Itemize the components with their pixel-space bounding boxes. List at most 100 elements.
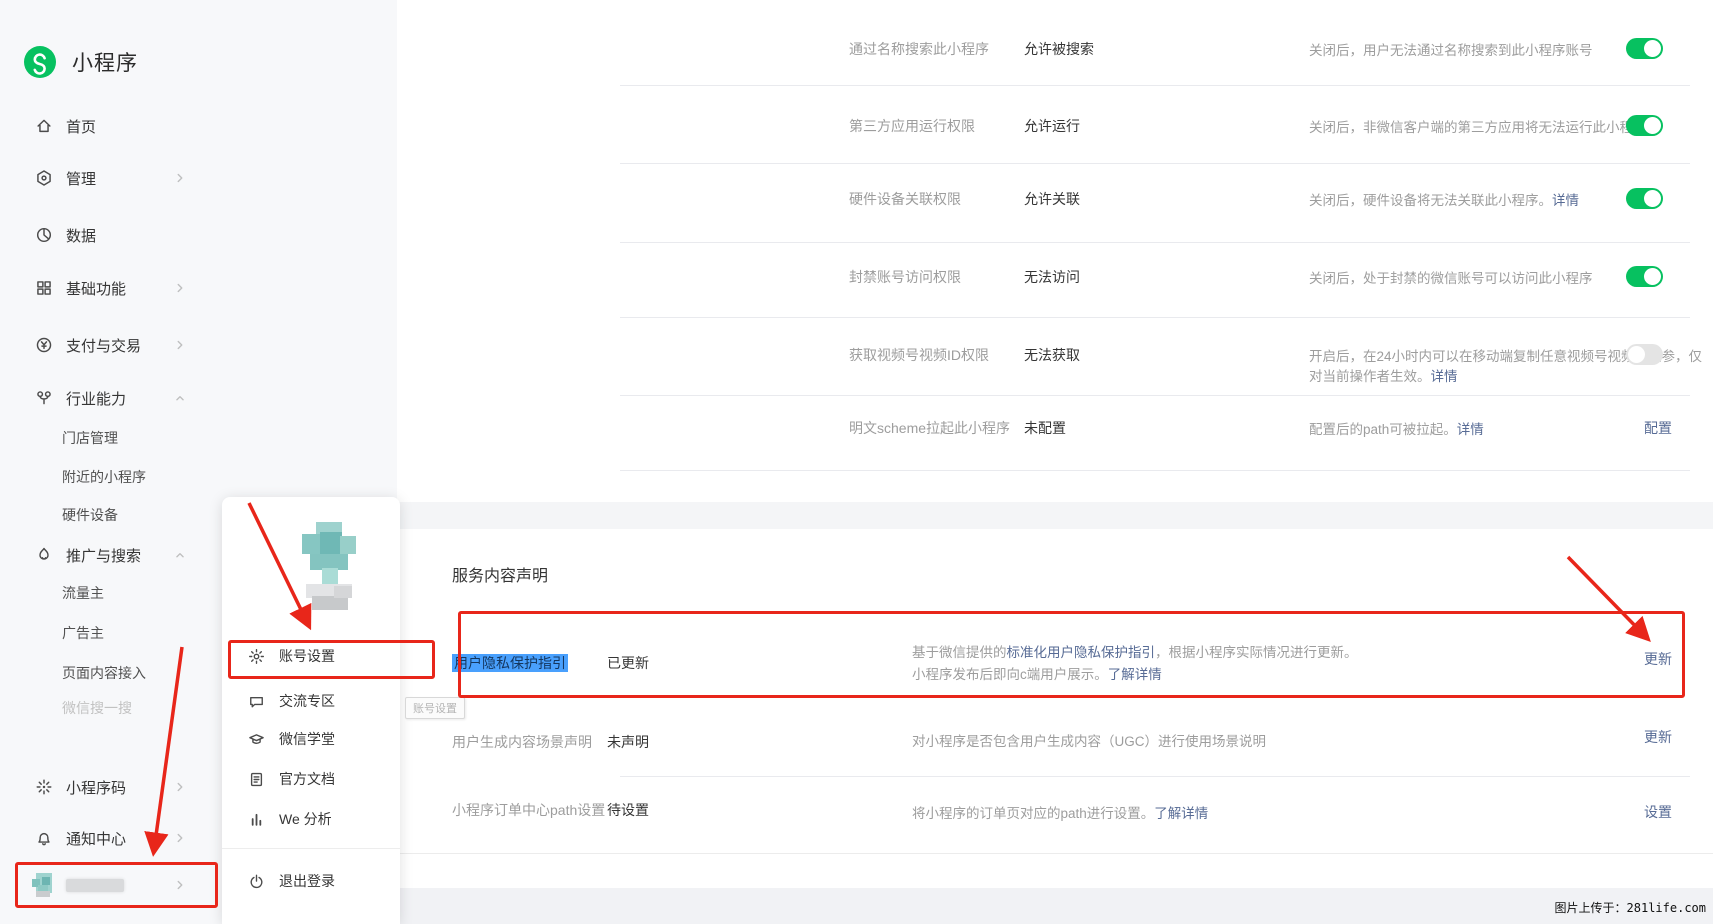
menu-item-1[interactable]: 交流专区: [222, 683, 400, 719]
sidebar-item-label: 推广与搜索: [66, 545, 141, 566]
row-separator: [620, 470, 1690, 471]
detail-link[interactable]: 了解详情: [1108, 667, 1162, 682]
menu-item-label: We 分析: [279, 809, 332, 829]
menu-item-label: 交流专区: [279, 691, 335, 711]
sidebar-item-label: 微信搜一搜: [62, 698, 132, 718]
industry-icon: [35, 389, 53, 407]
permission-value: 允许运行: [1024, 116, 1080, 136]
toggle-off[interactable]: [1626, 344, 1663, 365]
row-separator: [620, 776, 1690, 777]
service-action-link[interactable]: 更新: [1644, 727, 1672, 747]
account-avatar: [30, 871, 58, 899]
description-text: 对小程序是否包含用户生成内容（UGC）进行使用场景说明: [912, 734, 1266, 749]
service-row-description: 将小程序的订单页对应的path进行设置。了解详情: [912, 802, 1208, 822]
row-separator: [620, 242, 1690, 243]
permission-description: 关闭后，硬件设备将无法关联此小程序。详情: [1309, 189, 1579, 209]
sidebar-item-industry[interactable]: 行业能力: [0, 381, 397, 415]
chart-icon: [248, 811, 265, 828]
description-text: 基于微信提供的: [912, 645, 1007, 660]
sidebar-item-label: 门店管理: [62, 428, 118, 448]
sidebar-item-label: 首页: [66, 116, 96, 137]
description-text: 小程序发布后即向c端用户展示。: [912, 667, 1108, 682]
detail-link[interactable]: 详情: [1431, 369, 1458, 384]
watermark-band: 图片上传于：281life.com: [397, 888, 1713, 924]
sidebar-item-basic[interactable]: 基础功能: [0, 271, 397, 305]
sidebar-item-manage[interactable]: 管理: [0, 161, 397, 195]
bell-icon: [35, 829, 53, 847]
sidebar-item-label: 广告主: [62, 623, 104, 643]
service-action-link[interactable]: 设置: [1644, 802, 1672, 822]
detail-link[interactable]: 了解详情: [1154, 806, 1208, 821]
power-icon: [248, 873, 265, 890]
toggle-on[interactable]: [1626, 115, 1663, 136]
sidebar-item-label: 小程序码: [66, 777, 126, 798]
home-icon: [35, 117, 53, 135]
toggle-on[interactable]: [1626, 266, 1663, 287]
permission-description: 关闭后，用户无法通过名称搜索到此小程序账号: [1309, 39, 1593, 59]
selected-text: 用户隐私保护指引: [452, 654, 568, 672]
service-row-name: 用户隐私保护指引: [452, 653, 568, 673]
permission-name: 获取视频号视频ID权限: [849, 345, 989, 365]
gradcap-icon: [248, 731, 265, 748]
doc-icon: [248, 771, 265, 788]
service-action-link[interactable]: 更新: [1644, 649, 1672, 669]
permission-name: 第三方应用运行权限: [849, 116, 975, 136]
toggle-on[interactable]: [1626, 188, 1663, 209]
sidebar-item-store[interactable]: 门店管理: [0, 421, 397, 455]
sidebar-item-label: 管理: [66, 168, 96, 189]
app-brand: 小程序: [24, 46, 138, 78]
menu-item-logout[interactable]: 退出登录: [222, 863, 400, 899]
permission-value: 允许关联: [1024, 189, 1080, 209]
sidebar-item-label: 基础功能: [66, 278, 126, 299]
detail-link[interactable]: 详情: [1457, 422, 1484, 437]
sidebar-item-home[interactable]: 首页: [0, 109, 397, 143]
toggle-knob: [1644, 117, 1661, 134]
menu-item-3[interactable]: 官方文档: [222, 761, 400, 797]
menu-item-4[interactable]: We 分析: [222, 801, 400, 837]
permission-value: 允许被搜索: [1024, 39, 1094, 59]
permission-description: 关闭后，处于封禁的微信账号可以访问此小程序: [1309, 267, 1593, 287]
sidebar-item-label: 流量主: [62, 583, 104, 603]
toggle-knob: [1644, 40, 1661, 57]
service-row-description: 基于微信提供的标准化用户隐私保护指引，根据小程序实际情况进行更新。: [912, 641, 1358, 661]
popup-divider: [222, 848, 400, 849]
menu-item-account-settings[interactable]: 账号设置: [222, 638, 400, 674]
sidebar-item-label: 页面内容接入: [62, 663, 146, 683]
sidebar-item-label: 支付与交易: [66, 335, 141, 356]
menu-item-2[interactable]: 微信学堂: [222, 721, 400, 757]
flame-icon: [35, 546, 53, 564]
service-row-status: 已更新: [607, 653, 649, 673]
permission-name: 通过名称搜索此小程序: [849, 39, 989, 59]
toggle-on[interactable]: [1626, 38, 1663, 59]
detail-link[interactable]: 详情: [1552, 193, 1579, 208]
permission-description: 关闭后，非微信客户端的第三方应用将无法运行此小程序: [1309, 116, 1647, 136]
permission-value: 无法获取: [1024, 345, 1080, 365]
sidebar-item-label: 附近的小程序: [62, 467, 146, 487]
sidebar-item-pay[interactable]: 支付与交易: [0, 328, 397, 362]
detail-link[interactable]: 标准化用户隐私保护指引: [1007, 645, 1156, 660]
section-gap: [397, 502, 1713, 529]
account-name-blurred: [66, 879, 124, 892]
service-row-description: 对小程序是否包含用户生成内容（UGC）进行使用场景说明: [912, 730, 1266, 750]
app-title: 小程序: [72, 47, 138, 77]
toggle-knob: [1628, 346, 1645, 363]
sidebar-item-label: 硬件设备: [62, 505, 118, 525]
description-text: 关闭后，处于封禁的微信账号可以访问此小程序: [1309, 271, 1593, 286]
menu-item-label: 账号设置: [279, 646, 335, 666]
sidebar-item-data[interactable]: 数据: [0, 218, 397, 252]
gear-icon: [248, 648, 265, 665]
row-separator: [620, 395, 1690, 396]
sidebar-item-label: 行业能力: [66, 388, 126, 409]
configure-link[interactable]: 配置: [1644, 418, 1672, 438]
description-text: ，根据小程序实际情况进行更新。: [1155, 645, 1358, 660]
menu-item-label: 微信学堂: [279, 729, 335, 749]
service-row-name: 小程序订单中心path设置: [452, 800, 605, 820]
chevron-up-icon: [173, 548, 187, 562]
row-separator: [620, 163, 1690, 164]
toggle-knob: [1644, 190, 1661, 207]
chevron-right-icon: [173, 780, 187, 794]
main-content: 通过名称搜索此小程序 允许被搜索 关闭后，用户无法通过名称搜索到此小程序账号第三方应…: [397, 0, 1713, 924]
sidebar-item-nearby[interactable]: 附近的小程序: [0, 460, 397, 494]
manage-icon: [35, 169, 53, 187]
sidebar-item-label: 通知中心: [66, 828, 126, 849]
